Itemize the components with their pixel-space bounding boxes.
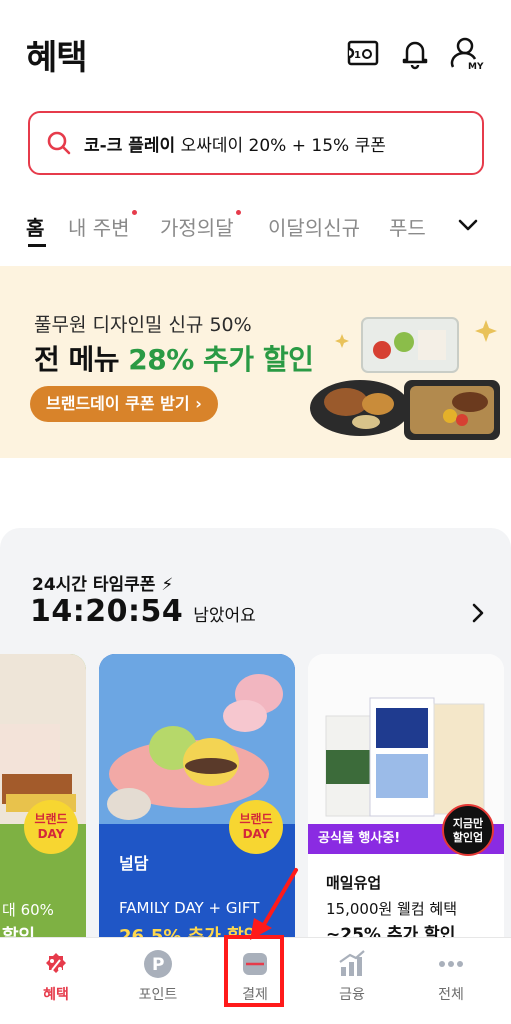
tab-monthly-new[interactable]: 이달의신규 bbox=[268, 212, 360, 241]
svg-text:P: P bbox=[152, 955, 164, 975]
brand-day-badge: 브랜드 DAY bbox=[24, 800, 78, 854]
svg-text:1: 1 bbox=[354, 50, 361, 61]
chevron-right-icon[interactable] bbox=[468, 602, 488, 624]
nav-label: 포인트 bbox=[138, 987, 178, 1003]
nav-all[interactable]: 전체 bbox=[400, 938, 502, 1024]
nav-label: 금융 bbox=[339, 987, 365, 1003]
my-label: MY bbox=[468, 62, 484, 70]
card-promo: ~25% 추가 할인 bbox=[326, 925, 456, 938]
promo-banner[interactable]: 풀무원 디자인밀 신규 50% 전 메뉴 28% 추가 할인 브랜드데이 쿠폰 … bbox=[0, 266, 511, 458]
milk-carton-image bbox=[308, 654, 504, 824]
search-icon bbox=[47, 131, 71, 155]
tab-nearby[interactable]: 내 주변 bbox=[68, 210, 137, 241]
new-dot bbox=[235, 210, 241, 215]
card-brand-name: 매일유업 bbox=[326, 874, 382, 892]
meal-box-image bbox=[310, 317, 500, 440]
brand-day-coupon-button[interactable]: 브랜드데이 쿠폰 받기 › bbox=[30, 386, 218, 422]
card-description: 15,000원 웰컴 혜택 bbox=[326, 900, 458, 918]
finance-chart-icon bbox=[339, 950, 365, 976]
limited-discount-sticker: 지금만 할인업 bbox=[442, 804, 494, 856]
bell-icon[interactable] bbox=[398, 36, 432, 70]
banner-subtitle: 풀무원 디자인밀 신규 50% bbox=[34, 314, 252, 336]
countdown: 14:20:54 남았어요 bbox=[30, 594, 256, 629]
tab-food[interactable]: 푸드 bbox=[389, 212, 426, 241]
coupon-card-maeil[interactable]: 공식몰 행사중! 지금만 할인업 매일유업 15,000원 웰컴 혜택 ~25% … bbox=[308, 654, 504, 938]
chevron-down-icon[interactable] bbox=[456, 213, 480, 237]
page-title: 혜택 bbox=[26, 38, 88, 78]
tab-family-month[interactable]: 가정의달 bbox=[160, 210, 241, 241]
percent-icon bbox=[46, 953, 66, 973]
more-dots-icon bbox=[439, 961, 463, 967]
card-brand-name: 널담 bbox=[119, 854, 149, 873]
new-dot bbox=[131, 210, 137, 215]
search-bar[interactable]: 코-크 플레이 오싸데이 20% + 15% 쿠폰 bbox=[28, 111, 484, 175]
time-coupon-label: 24시간 타임쿠폰 ⚡ bbox=[32, 575, 174, 595]
nav-label: 혜택 bbox=[43, 987, 69, 1003]
app-header: 혜택 1 MY bbox=[0, 0, 511, 100]
spacer bbox=[0, 458, 511, 528]
brand-day-badge: 브랜드 DAY bbox=[229, 800, 283, 854]
banner-headline: 전 메뉴 28% 추가 할인 bbox=[34, 343, 314, 376]
nav-finance[interactable]: 금융 bbox=[301, 938, 403, 1024]
nav-points[interactable]: P 포인트 bbox=[107, 938, 209, 1024]
point-icon: P bbox=[144, 950, 172, 978]
tab-home[interactable]: 홈 bbox=[26, 212, 44, 241]
countdown-time: 14:20:54 bbox=[30, 594, 184, 629]
card-description: 대 60% bbox=[2, 901, 54, 919]
nav-label: 전체 bbox=[438, 987, 464, 1003]
card-description: FAMILY DAY + GIFT bbox=[119, 899, 260, 917]
countdown-suffix: 남았어요 bbox=[193, 606, 256, 626]
card-promo: 할인 bbox=[2, 926, 36, 938]
ticket-icon[interactable]: 1 bbox=[346, 36, 380, 70]
nav-benefits[interactable]: 혜택 bbox=[5, 938, 107, 1024]
macaron-image bbox=[99, 654, 295, 824]
annotation-arrow-icon bbox=[250, 868, 298, 940]
active-tab-indicator bbox=[28, 244, 46, 247]
my-profile-icon[interactable]: MY bbox=[450, 36, 484, 72]
coupon-card[interactable]: 브랜드 DAY 대 60% 할인 bbox=[0, 654, 86, 938]
product-image bbox=[0, 654, 86, 824]
search-placeholder: 코-크 플레이 오싸데이 20% + 15% 쿠폰 bbox=[84, 135, 386, 156]
